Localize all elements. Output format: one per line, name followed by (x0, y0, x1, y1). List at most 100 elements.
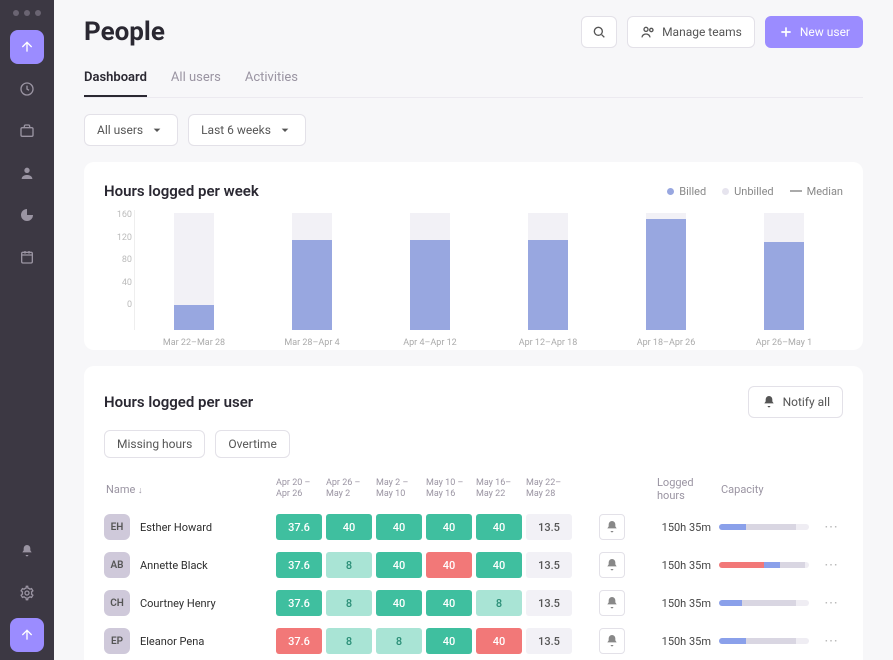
avatar: CH (104, 590, 130, 616)
user-table-card: Hours logged per user Notify all Missing… (84, 366, 863, 660)
new-user-label: New user (800, 25, 850, 39)
row-more-button[interactable]: ⋯ (819, 557, 843, 573)
hours-cell: 8 (326, 552, 372, 578)
row-more-button[interactable]: ⋯ (819, 519, 843, 535)
chip-overtime[interactable]: Overtime (215, 430, 289, 458)
user-cell[interactable]: EHEsther Howard (104, 514, 274, 540)
nav-time-icon[interactable] (10, 72, 44, 106)
chevron-down-icon (149, 122, 165, 138)
col-name[interactable]: Name ↓ (104, 483, 274, 496)
nav-notifications-icon[interactable] (10, 534, 44, 568)
legend-item: Median (790, 185, 843, 198)
hours-cell: 40 (476, 514, 522, 540)
user-cell[interactable]: CH Courtney Henry (104, 590, 274, 616)
nav-settings-icon[interactable] (10, 576, 44, 610)
chart-bar: Apr 12–Apr 18 (528, 210, 568, 330)
hours-cell: 40 (476, 552, 522, 578)
row-more-button[interactable]: ⋯ (819, 633, 843, 649)
filter-range-label: Last 6 weeks (201, 123, 271, 137)
user-cell[interactable]: EP Eleanor Pena (104, 628, 274, 654)
hours-cell: 37.6 (276, 514, 322, 540)
legend-item: Unbilled (722, 185, 773, 198)
filter-users-dropdown[interactable]: All users (84, 114, 178, 146)
hours-cell: 8 (376, 628, 422, 654)
user-name: Courtney Henry (140, 597, 216, 610)
hours-cell: 40 (426, 628, 472, 654)
table-body: EHEsther Howard37.64040404013.5150h 35m⋯… (104, 508, 843, 660)
filter-range-dropdown[interactable]: Last 6 weeks (188, 114, 306, 146)
nav-home-icon[interactable] (10, 30, 44, 64)
chart-bar: Mar 22–Mar 28 (174, 210, 214, 330)
hours-cell: 13.5 (526, 590, 572, 616)
hours-cell: 40 (376, 590, 422, 616)
tab-dashboard[interactable]: Dashboard (84, 62, 147, 97)
hours-cell: 13.5 (526, 552, 572, 578)
manage-teams-button[interactable]: Manage teams (627, 16, 755, 48)
table-row: ABAnnette Black37.6840404013.5150h 35m⋯ (104, 546, 843, 584)
logged-hours-value: 150h 35m (655, 521, 719, 534)
tab-activities[interactable]: Activities (245, 62, 298, 97)
chevron-down-icon (277, 122, 293, 138)
notify-user-button[interactable] (599, 590, 625, 616)
sidebar (0, 0, 54, 660)
user-cell[interactable]: ABAnnette Black (104, 552, 274, 578)
user-table-title: Hours logged per user (104, 393, 748, 411)
nav-people-icon[interactable] (10, 156, 44, 190)
chart-bars: Mar 22–Mar 28 Mar 28–Apr 4 Apr 4–Apr 12 Apr… (134, 210, 843, 330)
manage-teams-label: Manage teams (662, 25, 742, 39)
user-name: Eleanor Pena (140, 635, 204, 648)
avatar: EH (104, 514, 130, 540)
logged-hours-value: 150h 35m (655, 635, 719, 648)
bell-icon (761, 394, 777, 410)
new-user-button[interactable]: New user (765, 16, 863, 48)
nav-calendar-icon[interactable] (10, 240, 44, 274)
table-header: Name ↓Apr 20 – Apr 26Apr 26 – May 2May 2… (104, 470, 843, 508)
hours-cell: 13.5 (526, 628, 572, 654)
hours-cell: 40 (376, 514, 422, 540)
chart-bar: Apr 4–Apr 12 (410, 210, 450, 330)
hours-cell: 8 (326, 590, 372, 616)
hours-cell: 40 (426, 552, 472, 578)
nav-briefcase-icon[interactable] (10, 114, 44, 148)
notify-user-button[interactable] (599, 628, 625, 654)
hours-cell: 8 (476, 590, 522, 616)
avatar: EP (104, 628, 130, 654)
hours-cell: 37.6 (276, 628, 322, 654)
row-more-button[interactable]: ⋯ (819, 595, 843, 611)
chart-bar: Mar 28–Apr 4 (292, 210, 332, 330)
page-title: People (84, 17, 571, 47)
logged-hours-value: 150h 35m (655, 559, 719, 572)
notify-user-button[interactable] (599, 514, 625, 540)
nav-reports-icon[interactable] (10, 198, 44, 232)
col-week: Apr 20 – Apr 26 (274, 478, 324, 500)
hours-cell: 40 (426, 514, 472, 540)
window-controls (13, 4, 41, 22)
filter-chips: Missing hours Overtime (104, 430, 843, 458)
capacity-bar (719, 562, 809, 568)
chart-title: Hours logged per week (104, 182, 667, 200)
hours-cell: 40 (426, 590, 472, 616)
tab-all-users[interactable]: All users (171, 62, 221, 97)
capacity-bar (719, 524, 809, 530)
hours-cell: 8 (326, 628, 372, 654)
filters: All users Last 6 weeks (84, 114, 863, 146)
notify-all-button[interactable]: Notify all (748, 386, 843, 418)
capacity-bar (719, 638, 809, 644)
chip-missing-hours[interactable]: Missing hours (104, 430, 205, 458)
col-week: Apr 26 – May 2 (324, 478, 374, 500)
avatar: AB (104, 552, 130, 578)
hours-cell: 40 (476, 628, 522, 654)
col-logged: Logged hours (655, 476, 719, 502)
chart-card: Hours logged per week BilledUnbilledMedi… (84, 162, 863, 350)
notify-user-button[interactable] (599, 552, 625, 578)
search-icon (591, 24, 607, 40)
header: People Manage teams New user Dashboard Al… (54, 0, 893, 98)
nav-upload-icon[interactable] (10, 618, 44, 652)
logged-hours-value: 150h 35m (655, 597, 719, 610)
chart-legend: BilledUnbilledMedian (667, 185, 843, 198)
notify-all-label: Notify all (783, 395, 830, 409)
search-button[interactable] (581, 16, 617, 48)
col-week: May 10 – May 16 (424, 478, 474, 500)
col-week: May 16– May 22 (474, 478, 524, 500)
plus-icon (778, 24, 794, 40)
